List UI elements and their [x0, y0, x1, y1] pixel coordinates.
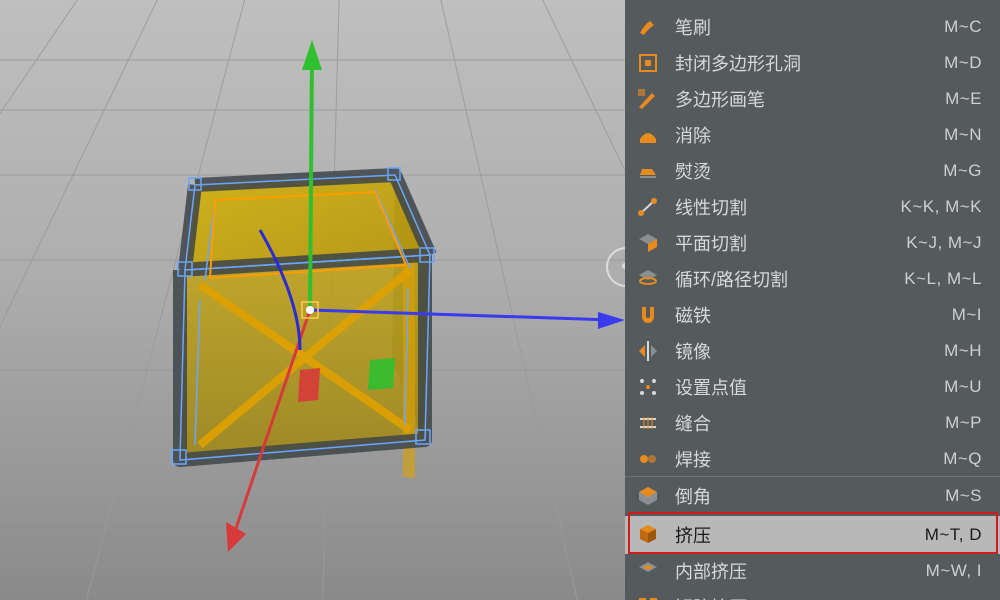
menu-item-matrix[interactable]: 矩阵挤压M~X: [625, 588, 1000, 600]
menu-item-shortcut: M~I: [952, 305, 982, 325]
menu-item-brush[interactable]: 笔刷M~C: [625, 8, 1000, 46]
menu-item-weld[interactable]: 焊接M~Q: [625, 440, 1000, 478]
menu-item-label: 转换: [675, 0, 923, 4]
menu-item-setpoint[interactable]: 设置点值M~U: [625, 368, 1000, 406]
menu-item-extrude[interactable]: 挤压M~T, D: [625, 516, 1000, 554]
menu-item-shortcut: M~N: [944, 125, 982, 145]
menu-item-label: 磁铁: [675, 302, 952, 328]
menu-item-shortcut: M~Q: [943, 449, 982, 469]
menu-item-label: 线性切割: [675, 194, 901, 220]
menu-item-label: 镜像: [675, 338, 944, 364]
mirror-icon: [635, 338, 661, 364]
menu-item-stitch[interactable]: 缝合M~P: [625, 404, 1000, 442]
menu-item-dissolve[interactable]: 消除M~N: [625, 116, 1000, 154]
viewport-scene: [0, 0, 625, 600]
menu-item-planecut[interactable]: 平面切割K~J, M~J: [625, 224, 1000, 262]
dissolve-icon: [635, 122, 661, 148]
menu-item-mirror[interactable]: 镜像M~H: [625, 332, 1000, 370]
menu-item-label: 内部挤压: [675, 558, 926, 584]
menu-item-linecut[interactable]: 线性切割K~K, M~K: [625, 188, 1000, 226]
menu-item-label: 焊接: [675, 446, 943, 472]
menu-item-label: 多边形画笔: [675, 86, 945, 112]
menu-item-shortcut: K~J, M~J: [906, 233, 982, 253]
menu-item-label: 封闭多边形孔洞: [675, 50, 944, 76]
menu-item-shortcut: M~C: [944, 17, 982, 37]
menu-item-shortcut: M~P: [945, 413, 982, 433]
extrude-icon: [635, 522, 661, 548]
weld-icon: [635, 446, 661, 472]
transfer-icon: [635, 0, 661, 4]
menu-item-label: 倒角: [675, 483, 945, 509]
menu-item-shortcut: M~G: [943, 161, 982, 181]
menu-item-label: 熨烫: [675, 158, 943, 184]
mesh-tools-menu: 转换M~B, B笔刷M~C封闭多边形孔洞M~D多边形画笔M~E消除M~N熨烫M~…: [625, 0, 1000, 600]
menu-item-shortcut: M~T, D: [925, 525, 982, 545]
menu-item-shortcut: M~B, B: [923, 0, 982, 1]
menu-item-closehole[interactable]: 封闭多边形孔洞M~D: [625, 44, 1000, 82]
brush-icon: [635, 14, 661, 40]
bevel-icon: [635, 483, 661, 509]
menu-item-label: 循环/路径切割: [675, 266, 904, 292]
inner-icon: [635, 558, 661, 584]
menu-item-iron[interactable]: 熨烫M~G: [625, 152, 1000, 190]
menu-item-shortcut: K~K, M~K: [901, 197, 982, 217]
polypen-icon: [635, 86, 661, 112]
cube-object[interactable]: [172, 168, 434, 478]
loopcut-icon: [635, 266, 661, 292]
menu-item-label: 消除: [675, 122, 944, 148]
menu-item-shortcut: K~L, M~L: [904, 269, 982, 289]
menu-item-magnet[interactable]: 磁铁M~I: [625, 296, 1000, 334]
menu-item-label: 矩阵挤压: [675, 594, 945, 600]
setpoint-icon: [635, 374, 661, 400]
menu-item-shortcut: M~H: [944, 341, 982, 361]
menu-item-label: 缝合: [675, 410, 945, 436]
menu-item-inner[interactable]: 内部挤压M~W, I: [625, 552, 1000, 590]
stitch-icon: [635, 410, 661, 436]
magnet-icon: [635, 302, 661, 328]
menu-item-label: 笔刷: [675, 14, 944, 40]
menu-item-shortcut: M~U: [944, 377, 982, 397]
viewport-3d[interactable]: [0, 0, 625, 600]
menu-item-bevel[interactable]: 倒角M~S: [625, 476, 1000, 514]
closehole-icon: [635, 50, 661, 76]
menu-item-shortcut: M~W, I: [926, 561, 982, 581]
menu-item-label: 挤压: [675, 522, 925, 548]
menu-item-shortcut: M~S: [945, 486, 982, 506]
matrix-icon: [635, 594, 661, 600]
menu-item-label: 设置点值: [675, 374, 944, 400]
menu-item-polypen[interactable]: 多边形画笔M~E: [625, 80, 1000, 118]
menu-item-label: 平面切割: [675, 230, 906, 256]
planecut-icon: [635, 230, 661, 256]
linecut-icon: [635, 194, 661, 220]
menu-item-loopcut[interactable]: 循环/路径切割K~L, M~L: [625, 260, 1000, 298]
menu-item-shortcut: M~E: [945, 89, 982, 109]
menu-item-shortcut: M~D: [944, 53, 982, 73]
iron-icon: [635, 158, 661, 184]
